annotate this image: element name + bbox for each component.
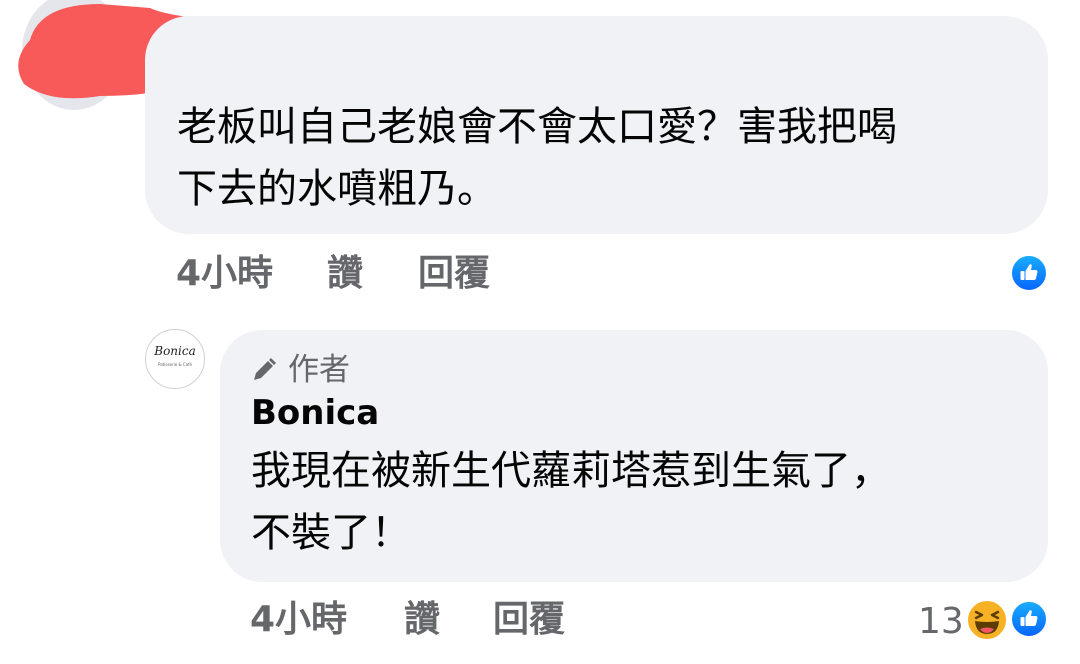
comment-like-button[interactable]: 讚: [327, 254, 363, 294]
reply-text-line: 我現在被新生代蘿莉塔惹到生氣了，: [251, 448, 891, 494]
author-avatar[interactable]: Bonica Patisserie & Café: [145, 329, 205, 389]
avatar-logo-word: Bonica: [154, 344, 196, 358]
comment-text-line: 老板叫自己老娘會不會太口愛？害我把喝: [177, 104, 897, 150]
author-badge-label: 作者: [288, 352, 350, 388]
reply-text-line: 不裝了！: [251, 510, 411, 556]
haha-icon[interactable]: [965, 598, 1009, 642]
reply-reaction-count[interactable]: 13: [918, 602, 964, 642]
like-icon[interactable]: [1009, 599, 1049, 639]
reply-timestamp[interactable]: 4小時: [250, 600, 347, 640]
comment-timestamp[interactable]: 4小時: [176, 254, 273, 294]
comment-reply-button[interactable]: 回覆: [418, 254, 490, 294]
reply-text: 我現在被新生代蘿莉塔惹到生氣了， 不裝了！: [251, 440, 1011, 564]
avatar-logo-subtitle: Patisserie & Café: [158, 362, 192, 367]
comment-text: 老板叫自己老娘會不會太口愛？害我把喝 下去的水噴粗乃。: [177, 96, 1027, 220]
pencil-icon: [254, 358, 276, 380]
reply-author-name[interactable]: Bonica: [251, 392, 379, 434]
reply-reply-button[interactable]: 回覆: [493, 600, 565, 640]
comment-text-line: 下去的水噴粗乃。: [177, 166, 497, 212]
reply-like-button[interactable]: 讚: [404, 600, 440, 640]
like-icon[interactable]: [1009, 253, 1049, 293]
